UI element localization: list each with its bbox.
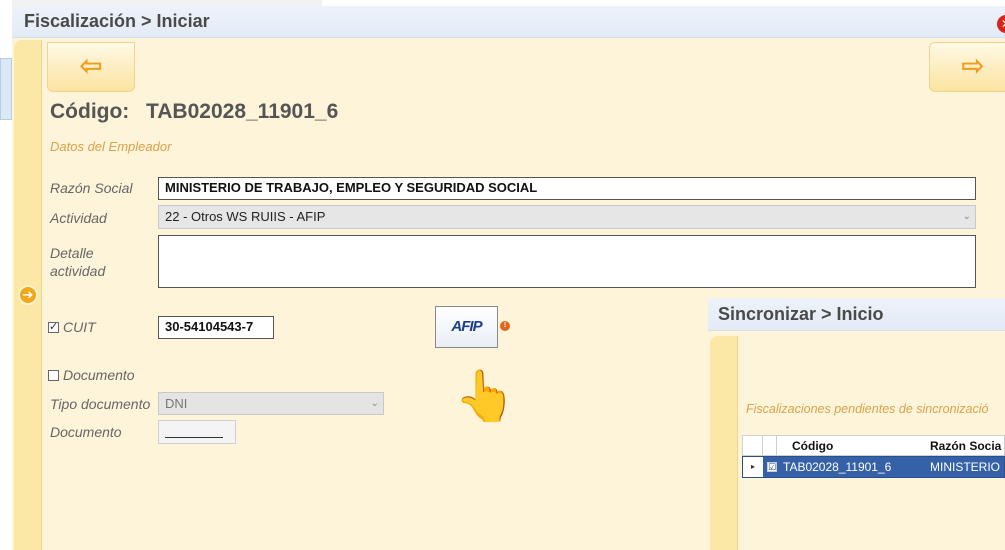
column-header-codigo[interactable]: Código [792, 439, 833, 453]
row-indicator-icon: ▸ [743, 457, 763, 477]
close-icon[interactable]: ✕ [997, 15, 1005, 33]
cuit-input[interactable]: 30-54104543-7 [158, 316, 274, 339]
afip-logo-icon: AFIP [451, 318, 482, 335]
window-title: Fiscalización > Iniciar [24, 11, 210, 31]
pending-grid: Código Razón Socia ▸ ☑ TAB02028_11901_6 … [742, 435, 1005, 482]
pointing-hand-icon: 👆 [454, 368, 517, 424]
sincronizar-window: Sincronizar > Inicio Fiscalizaciones pen… [708, 298, 1005, 550]
grid-header-indicator [743, 436, 763, 457]
tipo-documento-label: Tipo documento [50, 396, 151, 412]
arrow-right-icon: ⇨ [961, 50, 985, 81]
row-razon-social: MINISTERIO [930, 460, 1001, 474]
documento-checkbox-text: Documento [63, 367, 135, 383]
expand-arrow-icon[interactable]: ➔ [18, 285, 38, 305]
documento-input[interactable] [158, 420, 236, 444]
chevron-down-icon: ⌄ [962, 211, 971, 222]
row-codigo: TAB02028_11901_6 [783, 460, 892, 474]
razon-social-label: Razón Social [50, 180, 133, 196]
grid-header: Código Razón Socia [742, 435, 1005, 457]
documento-checkbox[interactable] [48, 370, 59, 381]
chevron-down-icon: ⌄ [370, 398, 379, 409]
detalle-actividad-textarea[interactable] [158, 235, 976, 288]
grid-header-check [763, 436, 777, 457]
code-label: Código: [50, 100, 130, 123]
tipo-documento-value: DNI [165, 396, 188, 411]
documento-mask-line [165, 437, 223, 438]
back-button[interactable]: ⇦ [47, 42, 135, 92]
detalle-actividad-label-2: actividad [50, 263, 106, 279]
arrow-left-icon: ⇦ [79, 50, 103, 81]
actividad-select[interactable]: 22 - Otros WS RUIIS - AFIP ⌄ [158, 205, 976, 229]
cuit-checkbox-label[interactable]: CUIT [48, 319, 96, 335]
actividad-label: Actividad [50, 210, 107, 226]
detalle-actividad-label-1: Detalle [50, 245, 94, 261]
sync-window-title: Sincronizar > Inicio [718, 304, 884, 324]
cuit-checkbox[interactable] [48, 320, 59, 333]
table-row[interactable]: ▸ ☑ TAB02028_11901_6 MINISTERIO [742, 456, 1005, 478]
afip-button[interactable]: AFIP [435, 306, 498, 348]
razon-social-input[interactable]: MINISTERIO DE TRABAJO, EMPLEO Y SEGURIDA… [158, 177, 976, 200]
tipo-documento-select[interactable]: DNI ⌄ [158, 392, 384, 415]
row-checkbox[interactable]: ☑ [767, 462, 777, 472]
sync-caption: Fiscalizaciones pendientes de sincroniza… [746, 402, 989, 416]
forward-button[interactable]: ⇨ [929, 42, 1005, 92]
actividad-value: 22 - Otros WS RUIIS - AFIP [165, 209, 326, 224]
warning-icon: ! [500, 321, 510, 331]
column-header-razon-social[interactable]: Razón Socia [930, 439, 1001, 453]
sync-side-strip [710, 336, 738, 550]
documento-checkbox-label[interactable]: Documento [48, 367, 135, 383]
sync-title-bar: Sincronizar > Inicio [708, 298, 1005, 331]
window-title-bar: Fiscalización > Iniciar ✕ [12, 6, 1005, 38]
section-title-employer: Datos del Empleador [50, 139, 172, 154]
background-app-selection [0, 58, 12, 120]
code-value: TAB02028_11901_6 [146, 100, 339, 123]
cuit-label: CUIT [63, 319, 96, 335]
documento-label: Documento [50, 424, 122, 440]
